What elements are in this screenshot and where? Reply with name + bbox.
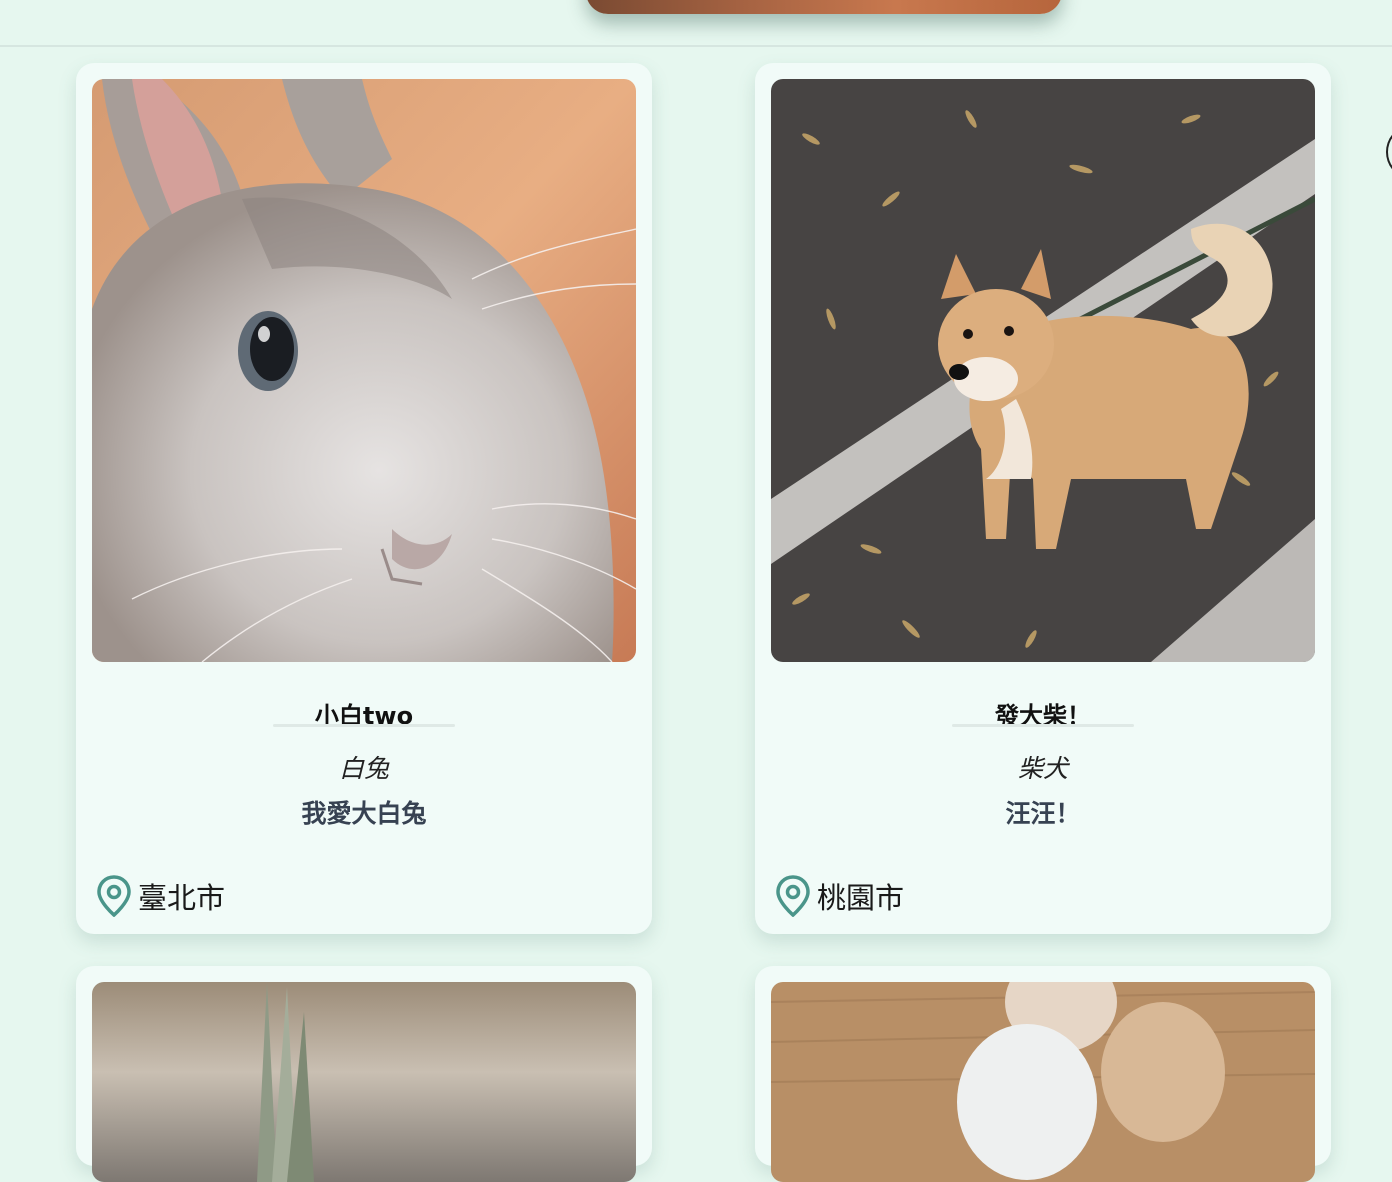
pet-photo bbox=[771, 982, 1315, 1182]
pet-species: 白兔 bbox=[338, 754, 389, 783]
hero-image-bottom-edge bbox=[586, 0, 1062, 14]
pet-description: 我愛大白兔 bbox=[301, 799, 427, 828]
name-divider bbox=[273, 724, 455, 727]
pet-species: 柴犬 bbox=[1017, 754, 1068, 783]
name-divider bbox=[952, 724, 1134, 727]
carousel-next-button[interactable] bbox=[1386, 128, 1392, 176]
rabbit-photo bbox=[92, 79, 636, 662]
pet-photo-rabbit bbox=[92, 79, 636, 662]
pet-city: 臺北市 bbox=[138, 881, 226, 915]
shiba-photo bbox=[771, 79, 1315, 662]
pet-card[interactable]: 小白two 白兔 我愛大白兔 臺北市 bbox=[76, 63, 652, 934]
pet-location: 桃園市 bbox=[775, 875, 904, 917]
pet-description: 汪汪！ bbox=[1005, 799, 1081, 828]
pet-card[interactable] bbox=[755, 966, 1331, 1182]
map-pin-icon bbox=[97, 875, 131, 917]
map-pin-icon bbox=[776, 875, 810, 917]
pet-location: 臺北市 bbox=[96, 875, 225, 917]
plant-photo bbox=[92, 982, 636, 1182]
pet-photo-shiba bbox=[771, 79, 1315, 662]
pet-card[interactable] bbox=[76, 966, 652, 1182]
eggs-photo bbox=[771, 982, 1315, 1182]
pet-card[interactable]: 發大柴！ 柴犬 汪汪！ 桃園市 bbox=[755, 63, 1331, 934]
pet-photo bbox=[92, 982, 636, 1182]
pet-city: 桃園市 bbox=[817, 881, 905, 915]
